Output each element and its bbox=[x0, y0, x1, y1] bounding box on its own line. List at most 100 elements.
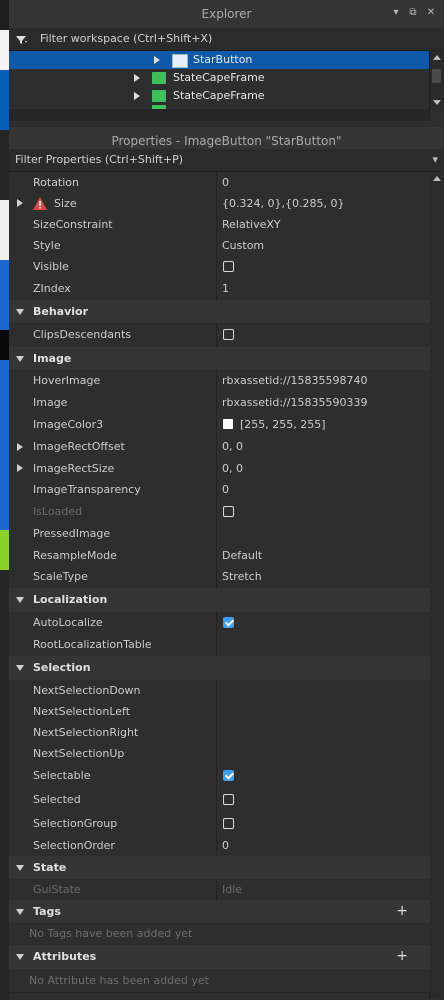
prop-imagerectsize[interactable]: ImageRectSize 0, 0 bbox=[9, 458, 430, 480]
collapse-arrow-icon[interactable] bbox=[16, 665, 24, 671]
expand-arrow-icon[interactable] bbox=[134, 74, 140, 82]
prop-nextselectionleft[interactable]: NextSelectionLeft bbox=[9, 701, 430, 723]
prop-nextselectiondown[interactable]: NextSelectionDown bbox=[9, 680, 430, 702]
scroll-up-icon[interactable] bbox=[433, 55, 441, 60]
tags-empty-row: No Tags have been added yet bbox=[9, 923, 430, 946]
chevron-down-icon[interactable]: ▾ bbox=[432, 149, 438, 171]
collapse-arrow-icon[interactable] bbox=[16, 865, 24, 871]
prop-value[interactable]: RelativeXY bbox=[222, 214, 281, 235]
selectable-checkbox[interactable] bbox=[223, 770, 234, 781]
category-attributes[interactable]: Attributes + bbox=[9, 945, 430, 970]
attributes-empty-text: No Attribute has been added yet bbox=[29, 974, 209, 987]
add-attribute-icon[interactable]: + bbox=[396, 949, 408, 963]
category-image[interactable]: Image bbox=[9, 347, 430, 371]
properties-filter-input[interactable]: Filter Properties (Ctrl+Shift+P) bbox=[15, 149, 183, 171]
prop-imagerectoffset[interactable]: ImageRectOffset 0, 0 bbox=[9, 436, 430, 459]
prop-isloaded: IsLoaded bbox=[9, 501, 430, 524]
properties-scrollbar[interactable] bbox=[429, 172, 444, 998]
selectiongroup-checkbox[interactable] bbox=[223, 818, 234, 829]
add-tag-icon[interactable]: + bbox=[396, 904, 408, 918]
prop-value[interactable]: 0, 0 bbox=[222, 436, 243, 458]
tree-item-label: StateCapeFrame bbox=[173, 71, 265, 84]
expand-arrow-icon[interactable] bbox=[154, 56, 160, 64]
category-behavior[interactable]: Behavior bbox=[9, 300, 430, 324]
prop-autolocalize[interactable]: AutoLocalize bbox=[9, 612, 430, 635]
prop-visible[interactable]: Visible bbox=[9, 256, 430, 279]
prop-guistate: GuiState Idle bbox=[9, 879, 430, 901]
scroll-down-icon[interactable] bbox=[433, 100, 441, 105]
float-icon[interactable]: ⧉ bbox=[407, 7, 419, 19]
prop-value[interactable]: Default bbox=[222, 545, 262, 566]
expand-arrow-icon[interactable] bbox=[17, 464, 23, 472]
prop-nextselectionup[interactable]: NextSelectionUp bbox=[9, 743, 430, 765]
prop-rootlocalizationtable[interactable]: RootLocalizationTable bbox=[9, 634, 430, 657]
prop-selected[interactable]: Selected bbox=[9, 788, 430, 813]
tree-item-starbutton[interactable]: StarButton bbox=[9, 51, 430, 69]
prop-clipsdescendants[interactable]: ClipsDescendants bbox=[9, 323, 430, 348]
expand-arrow-icon[interactable] bbox=[134, 92, 140, 100]
viewport-edge bbox=[0, 0, 9, 1000]
prop-value[interactable]: [255, 255, 255] bbox=[240, 413, 326, 436]
prop-value[interactable]: rbxassetid://15835598740 bbox=[222, 370, 367, 392]
expand-arrow-icon[interactable] bbox=[17, 199, 23, 207]
dropdown-icon[interactable]: ▾ bbox=[390, 7, 402, 19]
tree-item-statecapeframe[interactable]: StateCapeFrame bbox=[9, 87, 430, 105]
tree-item-statecapeframe[interactable]: StateCapeFrame bbox=[9, 69, 430, 87]
prop-selectiongroup[interactable]: SelectionGroup bbox=[9, 812, 430, 836]
prop-value[interactable]: 0 bbox=[222, 172, 229, 193]
prop-rotation[interactable]: Rotation 0 bbox=[9, 172, 430, 194]
image-button-icon bbox=[172, 54, 188, 68]
explorer-scrollbar[interactable] bbox=[429, 51, 444, 109]
selected-checkbox[interactable] bbox=[223, 794, 234, 805]
tags-empty-text: No Tags have been added yet bbox=[29, 927, 193, 940]
autolocalize-checkbox[interactable] bbox=[223, 617, 234, 628]
prop-value[interactable]: {0.324, 0},{0.285, 0} bbox=[222, 193, 344, 214]
prop-resamplemode[interactable]: ResampleMode Default bbox=[9, 545, 430, 567]
category-state[interactable]: State bbox=[9, 856, 430, 880]
explorer-hscrollbar[interactable] bbox=[9, 109, 430, 121]
collapse-arrow-icon[interactable] bbox=[16, 909, 24, 915]
tree-item-label: StarButton bbox=[193, 53, 253, 66]
properties-filter[interactable]: Filter Properties (Ctrl+Shift+P) ▾ bbox=[9, 149, 444, 172]
expand-arrow-icon[interactable] bbox=[17, 443, 23, 451]
isloaded-checkbox bbox=[223, 506, 234, 517]
prop-selectable[interactable]: Selectable bbox=[9, 764, 430, 789]
visible-checkbox[interactable] bbox=[223, 261, 234, 272]
prop-value[interactable]: 0, 0 bbox=[222, 458, 243, 479]
color-swatch[interactable] bbox=[223, 419, 233, 429]
category-selection[interactable]: Selection bbox=[9, 656, 430, 681]
category-localization[interactable]: Localization bbox=[9, 588, 430, 613]
scroll-up-icon[interactable] bbox=[433, 176, 441, 181]
collapse-arrow-icon[interactable] bbox=[16, 597, 24, 603]
clipsdescendants-checkbox[interactable] bbox=[223, 329, 234, 340]
prop-style[interactable]: Style Custom bbox=[9, 235, 430, 257]
scroll-thumb[interactable] bbox=[432, 69, 441, 83]
prop-zindex[interactable]: ZIndex 1 bbox=[9, 278, 430, 301]
prop-value[interactable]: Custom bbox=[222, 235, 264, 256]
prop-value[interactable]: Stretch bbox=[222, 566, 262, 588]
prop-hoverimage[interactable]: HoverImage rbxassetid://15835598740 bbox=[9, 370, 430, 393]
prop-image[interactable]: Image rbxassetid://15835590339 bbox=[9, 392, 430, 414]
explorer-filter-input[interactable]: Filter workspace (Ctrl+Shift+X) bbox=[40, 28, 212, 50]
collapse-arrow-icon[interactable] bbox=[16, 954, 24, 960]
collapse-arrow-icon[interactable] bbox=[16, 309, 24, 315]
prop-value[interactable]: 1 bbox=[222, 278, 229, 300]
collapse-arrow-icon[interactable] bbox=[16, 356, 24, 362]
prop-nextselectionright[interactable]: NextSelectionRight bbox=[9, 722, 430, 744]
prop-pressedimage[interactable]: PressedImage bbox=[9, 523, 430, 546]
prop-value[interactable]: 0 bbox=[222, 479, 229, 501]
prop-scaletype[interactable]: ScaleType Stretch bbox=[9, 566, 430, 589]
close-icon[interactable]: ✕ bbox=[425, 7, 437, 19]
explorer-title: Explorer bbox=[9, 0, 444, 29]
prop-selectionorder[interactable]: SelectionOrder 0 bbox=[9, 835, 430, 857]
prop-imagecolor3[interactable]: ImageColor3 [255, 255, 255] bbox=[9, 413, 430, 437]
prop-value[interactable]: rbxassetid://15835590339 bbox=[222, 392, 367, 413]
category-tags[interactable]: Tags + bbox=[9, 900, 430, 924]
prop-value[interactable]: 0 bbox=[222, 835, 229, 856]
attributes-empty-row: No Attribute has been added yet bbox=[9, 969, 430, 993]
explorer-filter[interactable]: Filter workspace (Ctrl+Shift+X) bbox=[9, 28, 444, 51]
explorer-panel: Explorer ▾ ⧉ ✕ Filter workspace (Ctrl+Sh… bbox=[9, 0, 444, 122]
prop-imagetransparency[interactable]: ImageTransparency 0 bbox=[9, 479, 430, 502]
prop-sizeconstraint[interactable]: SizeConstraint RelativeXY bbox=[9, 214, 430, 236]
prop-size[interactable]: Size {0.324, 0},{0.285, 0} bbox=[9, 193, 430, 215]
